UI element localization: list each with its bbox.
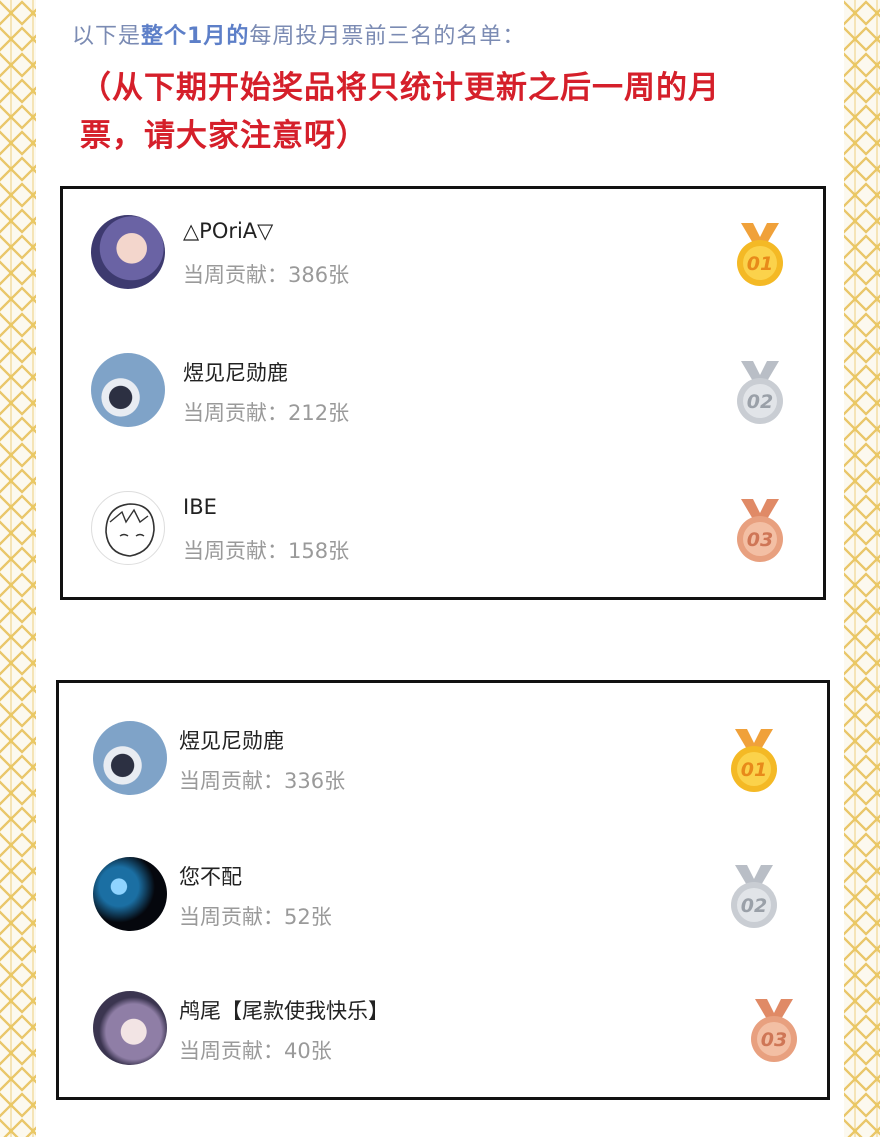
contribution-text: 当周贡献：40张	[179, 1039, 332, 1063]
ranking-row: △POriA▽ 当周贡献：386张 01	[63, 203, 823, 303]
gold-medal-icon: 01	[737, 223, 783, 286]
ranking-row: 您不配 当周贡献：52张 02	[59, 845, 827, 945]
medal-rank-label: 03	[761, 1029, 787, 1051]
user-name: △POriA▽	[183, 219, 274, 243]
ranking-box-week-2: 煜见尼勋鹿 当周贡献：336张 01 您不配 当周贡献：52张 02 鸬尾【尾款…	[56, 680, 830, 1100]
contribution-text: 当周贡献：52张	[179, 905, 332, 929]
medal-rank-label: 02	[741, 895, 767, 917]
avatar[interactable]	[93, 991, 167, 1065]
ranking-row: 煜见尼勋鹿 当周贡献：212张 02	[63, 341, 823, 441]
user-name: 煜见尼勋鹿	[183, 361, 288, 385]
intro-text: 以下是整个1月的每周投月票前三名的名单：	[72, 24, 526, 49]
user-name: 煜见尼勋鹿	[179, 729, 284, 753]
contribution-text: 当周贡献：212张	[183, 401, 350, 425]
decorative-border-right	[844, 0, 880, 1137]
silver-medal-icon: 02	[731, 865, 777, 928]
avatar[interactable]	[91, 491, 165, 565]
notice-text: （从下期开始奖品将只统计更新之后一周的月票，请大家注意呀）	[80, 70, 720, 154]
ranking-row: 煜见尼勋鹿 当周贡献：336张 01	[59, 709, 827, 809]
intro-highlight: 整个1月的	[141, 24, 250, 49]
avatar[interactable]	[91, 353, 165, 427]
decorative-border-left	[0, 0, 36, 1137]
contribution-text: 当周贡献：158张	[183, 539, 350, 563]
medal-rank-label: 01	[741, 759, 767, 781]
ranking-box-week-1: △POriA▽ 当周贡献：386张 01 煜见尼勋鹿 当周贡献：212张 02 …	[60, 186, 826, 600]
ranking-row: 鸬尾【尾款使我快乐】 当周贡献：40张 03	[59, 979, 827, 1079]
ranking-row: IBE 当周贡献：158张 03	[63, 479, 823, 579]
avatar[interactable]	[93, 721, 167, 795]
silver-medal-icon: 02	[737, 361, 783, 424]
user-name: 鸬尾【尾款使我快乐】	[179, 999, 389, 1023]
medal-rank-label: 03	[747, 529, 773, 551]
avatar[interactable]	[93, 857, 167, 931]
contribution-text: 当周贡献：336张	[179, 769, 346, 793]
bronze-medal-icon: 03	[737, 499, 783, 562]
user-name: IBE	[183, 495, 217, 519]
user-name: 您不配	[179, 865, 242, 889]
contribution-text: 当周贡献：386张	[183, 263, 350, 287]
avatar[interactable]	[91, 215, 165, 289]
medal-rank-label: 01	[747, 253, 773, 275]
medal-rank-label: 02	[747, 391, 773, 413]
bronze-medal-icon: 03	[751, 999, 797, 1062]
gold-medal-icon: 01	[731, 729, 777, 792]
